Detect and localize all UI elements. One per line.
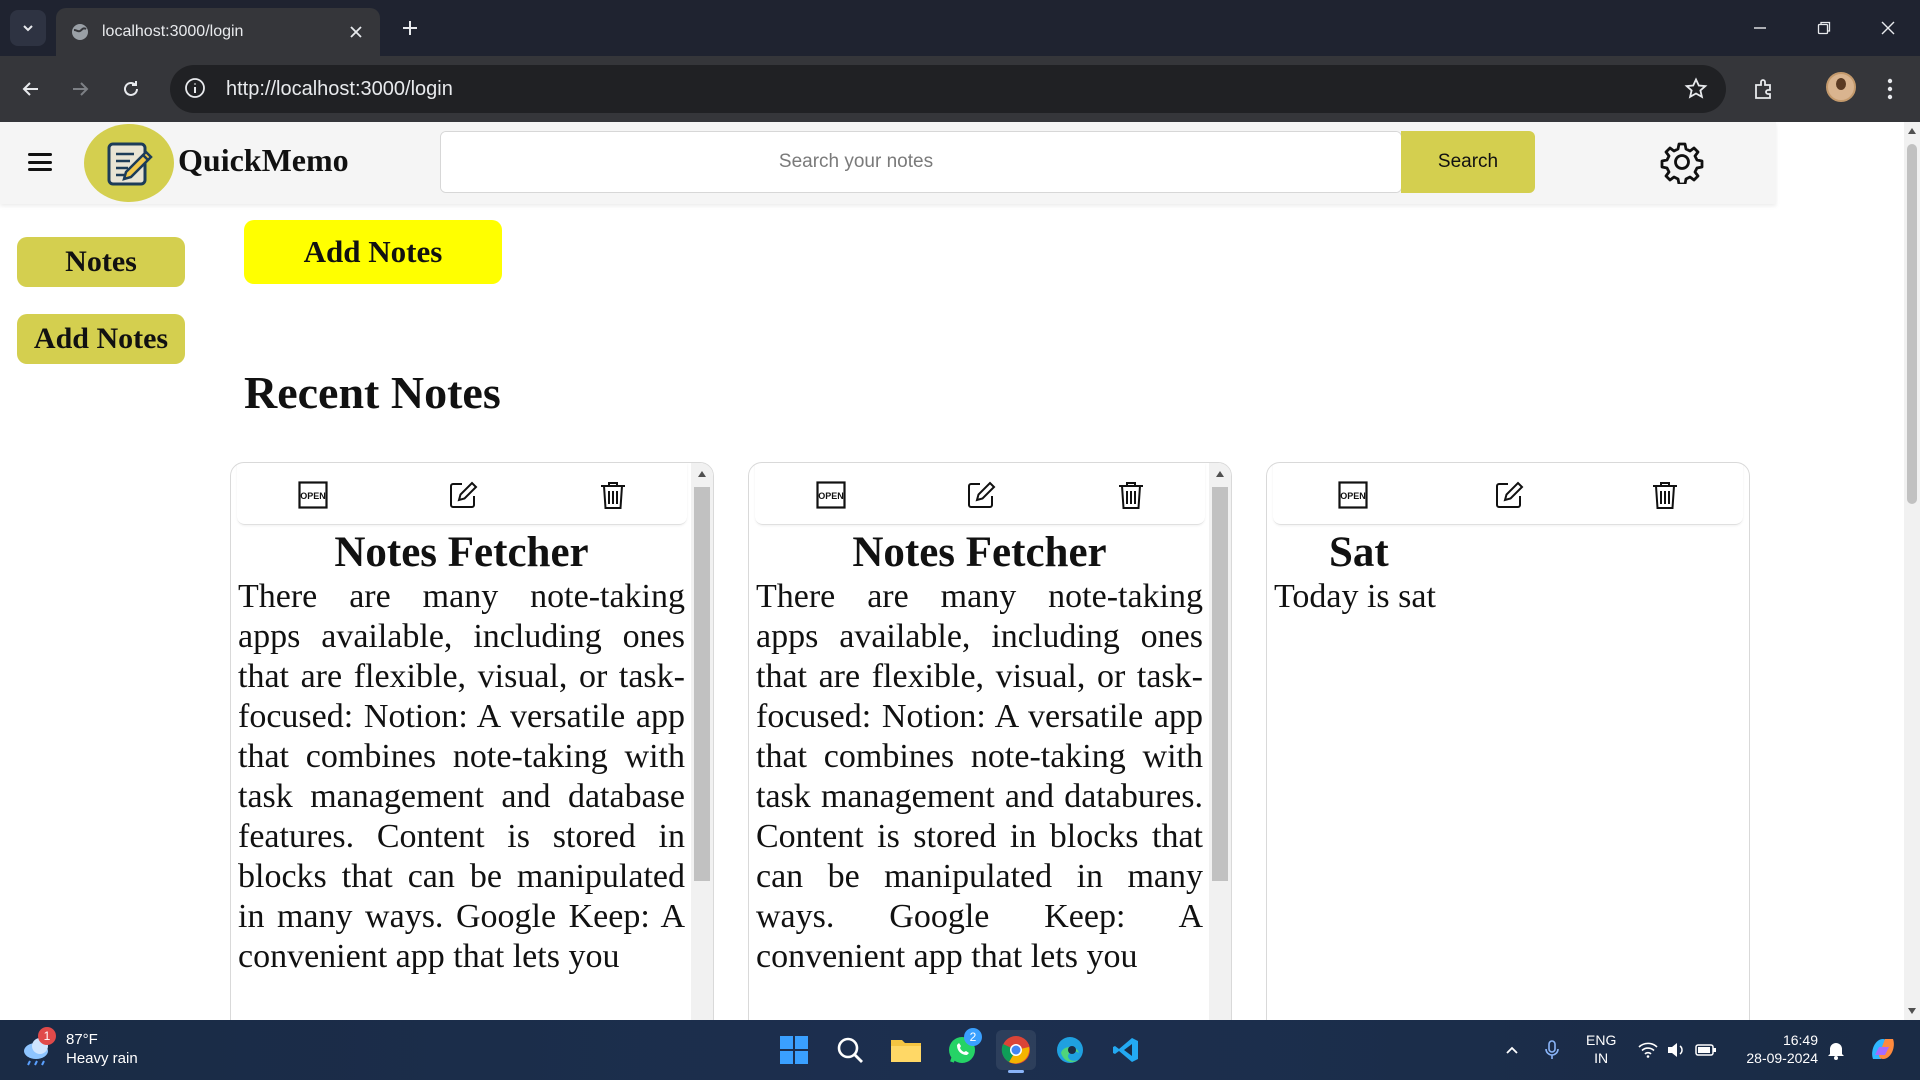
browser-tab-strip: localhost:3000/login: [0, 0, 1920, 56]
search-icon[interactable]: [830, 1030, 870, 1070]
volume-icon[interactable]: [1664, 1038, 1688, 1062]
search-input[interactable]: [441, 132, 1401, 192]
note-text: There are many note-taking apps availabl…: [756, 578, 1203, 975]
file-explorer-icon[interactable]: [886, 1030, 926, 1070]
close-tab-icon[interactable]: [346, 22, 366, 42]
note-text: Today is sat: [1274, 578, 1436, 615]
note-toolbar: OPEN: [755, 463, 1205, 525]
note-card: OPEN Notes Fetcher There are many note-t…: [230, 462, 714, 1020]
globe-icon: [70, 22, 90, 42]
note-content[interactable]: Notes Fetcher There are many note-taking…: [238, 529, 685, 1020]
hamburger-menu-icon[interactable]: [28, 150, 52, 174]
weather-temp: 87°F: [66, 1031, 98, 1048]
section-title: Recent Notes: [244, 367, 501, 418]
lang-code: ENG: [1586, 1032, 1617, 1048]
vscode-icon[interactable]: [1106, 1030, 1146, 1070]
note-title: Notes Fetcher: [334, 529, 589, 576]
edit-icon[interactable]: [965, 479, 997, 511]
new-tab-plus-icon[interactable]: [396, 14, 424, 42]
trash-icon[interactable]: [1115, 479, 1147, 511]
weather-widget[interactable]: 1 87°F Heavy rain: [20, 1027, 138, 1068]
microphone-icon[interactable]: [1540, 1038, 1564, 1062]
svg-text:OPEN: OPEN: [1340, 491, 1366, 501]
clock-date: 28-09-2024: [1746, 1050, 1818, 1066]
open-icon[interactable]: OPEN: [1337, 479, 1369, 511]
search-container: [440, 131, 1402, 193]
tab-title: localhost:3000/login: [102, 23, 244, 40]
windows-taskbar: 1 87°F Heavy rain 2 ENG IN 16:49 28-09-2…: [0, 1020, 1920, 1080]
system-clock[interactable]: 16:49 28-09-2024: [1736, 1031, 1818, 1067]
wifi-icon[interactable]: [1636, 1038, 1660, 1062]
url-text: http://localhost:3000/login: [226, 77, 453, 100]
edit-icon[interactable]: [447, 479, 479, 511]
svg-text:OPEN: OPEN: [818, 491, 844, 501]
whatsapp-badge: 2: [964, 1028, 982, 1046]
lang-region: IN: [1594, 1050, 1609, 1066]
bookmark-star-icon[interactable]: [1684, 77, 1708, 101]
language-indicator[interactable]: ENG IN: [1586, 1031, 1616, 1067]
back-arrow-icon[interactable]: [15, 73, 47, 105]
tab-search-button[interactable]: [10, 10, 46, 46]
forward-arrow-icon[interactable]: [64, 73, 96, 105]
notification-bell-icon[interactable]: [1824, 1038, 1848, 1062]
clock-time: 16:49: [1782, 1032, 1818, 1048]
trash-icon[interactable]: [597, 479, 629, 511]
sidebar-notes-button[interactable]: Notes: [17, 237, 185, 287]
address-bar[interactable]: http://localhost:3000/login: [170, 65, 1726, 113]
note-toolbar: OPEN: [237, 463, 687, 525]
gear-icon[interactable]: [1660, 140, 1704, 184]
note-title: Notes Fetcher: [852, 529, 1107, 576]
add-notes-button[interactable]: Add Notes: [244, 220, 502, 284]
edge-icon[interactable]: [1050, 1030, 1090, 1070]
chevron-down-icon: [23, 25, 33, 32]
note-text: There are many note-taking apps availabl…: [238, 578, 685, 975]
extensions-puzzle-icon[interactable]: [1748, 73, 1780, 105]
copilot-icon[interactable]: [1866, 1032, 1900, 1066]
open-icon[interactable]: OPEN: [297, 479, 329, 511]
note-card: OPEN Notes Fetcher There are many note-t…: [748, 462, 1232, 1020]
whatsapp-icon[interactable]: 2: [942, 1028, 982, 1070]
chrome-icon[interactable]: [996, 1030, 1036, 1073]
svg-text:OPEN: OPEN: [300, 491, 326, 501]
window-close-icon[interactable]: [1874, 14, 1902, 42]
note-content[interactable]: Sat Today is sat: [1274, 529, 1741, 1020]
note-scrollbar[interactable]: [691, 463, 713, 1020]
page-viewport: QuickMemo Search Notes Add Notes Add Not…: [0, 122, 1904, 1020]
notepad-logo-icon: [84, 124, 174, 202]
note-scrollbar[interactable]: [1209, 463, 1231, 1020]
note-card: OPEN Sat Today is sat: [1266, 462, 1750, 1020]
reload-icon[interactable]: [115, 73, 147, 105]
note-toolbar: OPEN: [1273, 463, 1743, 525]
weather-condition: Heavy rain: [66, 1050, 138, 1067]
edit-icon[interactable]: [1493, 479, 1525, 511]
search-button[interactable]: Search: [1401, 131, 1535, 193]
app-navbar: QuickMemo Search: [0, 122, 1776, 204]
weather-alert-badge: 1: [38, 1027, 56, 1045]
site-info-icon[interactable]: [184, 77, 208, 101]
browser-tab[interactable]: localhost:3000/login: [56, 8, 380, 56]
rain-cloud-icon: 1: [20, 1027, 56, 1067]
app-brand-name: QuickMemo: [178, 142, 349, 178]
note-content[interactable]: Notes Fetcher There are many note-taking…: [756, 529, 1203, 1020]
battery-icon[interactable]: [1694, 1038, 1718, 1062]
sidebar-add-notes-button[interactable]: Add Notes: [17, 314, 185, 364]
browser-toolbar: http://localhost:3000/login: [0, 56, 1920, 122]
page-scrollbar[interactable]: [1904, 122, 1920, 1020]
profile-avatar[interactable]: [1826, 72, 1856, 102]
browser-menu-icon[interactable]: [1874, 73, 1906, 105]
open-icon[interactable]: OPEN: [815, 479, 847, 511]
note-title: Sat: [1329, 529, 1389, 576]
trash-icon[interactable]: [1649, 479, 1681, 511]
windows-start-icon[interactable]: [774, 1030, 814, 1070]
restore-icon[interactable]: [1810, 14, 1838, 42]
chevron-up-icon[interactable]: [1500, 1038, 1524, 1062]
minimize-icon[interactable]: [1746, 14, 1774, 42]
